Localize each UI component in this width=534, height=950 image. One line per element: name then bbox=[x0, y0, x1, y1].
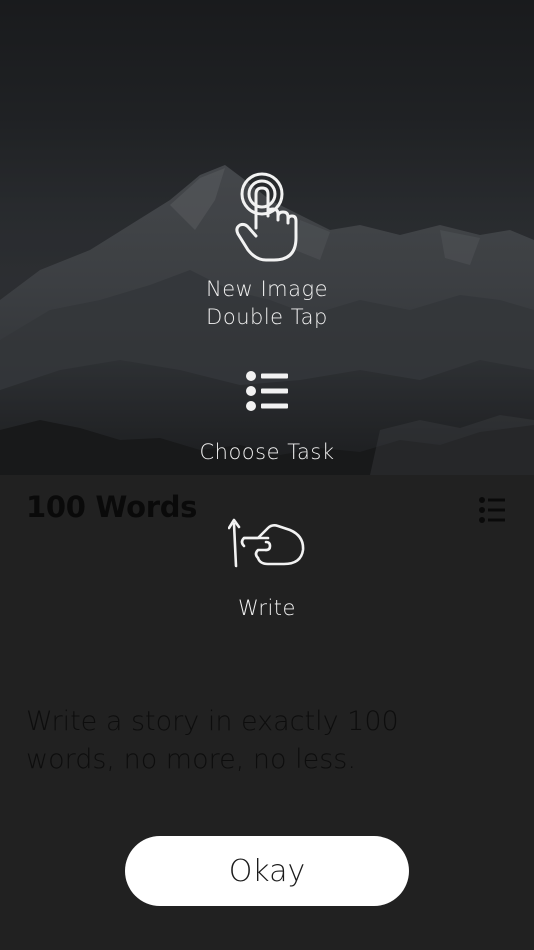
write-hint: Write bbox=[238, 596, 296, 620]
new-image-hint-line2: Double Tap bbox=[206, 305, 328, 329]
list-icon bbox=[245, 370, 289, 416]
double-tap-hand-icon bbox=[234, 172, 300, 268]
new-image-hint-line1: New Image bbox=[205, 277, 329, 301]
okay-button[interactable]: Okay bbox=[125, 836, 409, 906]
tutorial-overlay[interactable] bbox=[0, 0, 534, 950]
swipe-up-hand-icon bbox=[227, 516, 308, 574]
choose-task-hint: Choose Task bbox=[199, 440, 335, 464]
